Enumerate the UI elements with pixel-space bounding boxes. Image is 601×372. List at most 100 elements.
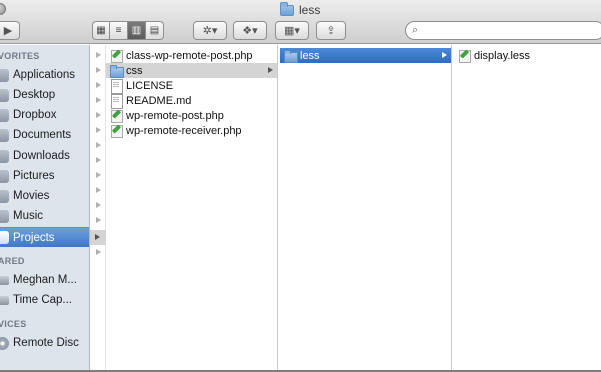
file-name: LICENSE [126,79,174,92]
downloads-icon [0,149,9,163]
disclosure-arrow-icon [96,52,101,58]
sidebar-item-downloads[interactable]: Downloads [0,146,89,166]
folder-icon [280,1,294,16]
sidebar-heading-shared: ARED [0,256,25,266]
file-name: display.less [474,49,531,62]
dropbox-menu-button[interactable]: ❖▾ [233,21,267,40]
php-file-icon [110,49,123,63]
sidebar-item-documents[interactable]: Documents [0,125,89,145]
disclosure-arrow-icon [96,157,101,163]
sidebar-item-projects[interactable]: Projects [0,227,89,247]
disclosure-arrow-icon [96,217,101,223]
icon-view-icon: ▦ [96,25,106,36]
less-file-icon [458,49,471,63]
disc-icon [0,336,9,350]
coverflow-view-icon: ▤ [149,25,160,36]
file-name: wp-remote-post.php [126,109,224,122]
file-row[interactable]: README.md [106,93,277,109]
document-icon [110,94,123,109]
sidebar-item-dropbox[interactable]: Dropbox [0,105,89,125]
sidebar-heading-devices: VICES [0,319,27,329]
disclosure-arrow-icon [96,82,101,88]
disclosure-arrow-icon [268,67,273,73]
toolbar: less ▶ ▦ ≡ ▥ ▤ ✲▾ ❖▾ ▦▾ ⇪ ⌕ [0,0,601,44]
sidebar-item-label: Music [13,210,44,222]
search-input[interactable] [422,23,601,38]
php-file-icon [110,109,123,123]
folder-icon [284,49,298,63]
column-css[interactable]: less [278,45,452,372]
arrange-menu-button[interactable]: ▦▾ [275,21,309,40]
disclosure-arrow-icon [96,249,101,255]
file-name: wp-remote-receiver.php [126,124,242,137]
share-button[interactable]: ⇪ [316,21,346,40]
dropbox-icon [0,108,9,122]
sidebar-item-desktop[interactable]: Desktop [0,85,89,105]
file-row[interactable]: display.less [454,48,601,63]
sidebar-item-label: Applications [13,69,76,81]
disclosure-arrow-icon [96,187,101,193]
sidebar-item-label: Pictures [13,170,55,182]
sidebar-item-applications[interactable]: Applications [0,65,89,85]
document-icon [110,79,123,94]
documents-icon [0,128,9,142]
movies-icon [0,189,9,203]
sidebar-item-label: Dropbox [13,109,57,121]
music-icon [0,209,9,223]
file-name: css [126,64,143,77]
pictures-icon [0,169,9,183]
sidebar-heading-favorites: VORITES [0,51,40,61]
sidebar-item-label: Documents [13,129,72,141]
gear-icon: ✲▾ [202,25,218,37]
file-row[interactable]: wp-remote-receiver.php [106,123,277,138]
folder-row[interactable]: css [106,63,277,78]
window-title-text: less [299,3,321,17]
sidebar: VORITES Applications Desktop Dropbox Doc… [0,45,90,372]
disclosure-arrow-icon [96,97,101,103]
sidebar-item-meghan[interactable]: Meghan M... [0,270,89,290]
sidebar-item-movies[interactable]: Movies [0,186,89,206]
list-view-icon: ≡ [115,25,122,36]
search-icon: ⌕ [412,24,419,36]
column-view-button[interactable]: ▥ [128,21,146,40]
sidebar-item-label: Desktop [13,89,56,101]
sidebar-item-pictures[interactable]: Pictures [0,166,89,186]
sidebar-item-time-capsule[interactable]: Time Cap... [0,290,89,310]
file-row[interactable]: LICENSE [106,78,277,94]
disclosure-arrow-icon [96,202,101,208]
forward-icon: ▶ [3,25,13,37]
sidebar-item-music[interactable]: Music [0,206,89,226]
file-name: less [300,49,320,62]
sidebar-item-label: Time Cap... [13,294,73,306]
arrange-icon: ▦▾ [284,25,300,37]
column-view-icon: ▥ [131,25,142,36]
search-field[interactable]: ⌕ [405,21,601,40]
column-less[interactable]: display.less [452,45,601,372]
file-row[interactable]: wp-remote-post.php [106,108,277,123]
column-gutter [90,45,106,372]
sidebar-item-label: Movies [13,190,50,202]
sidebar-item-remote-disc[interactable]: Remote Disc [0,333,89,353]
action-menu-button[interactable]: ✲▾ [193,21,227,40]
desktop-icon [0,88,9,102]
forward-button[interactable]: ▶ [0,21,20,40]
folder-icon [0,231,9,244]
dropbox-icon: ❖▾ [242,25,258,37]
sidebar-item-label: Downloads [13,150,70,162]
disclosure-arrow-icon [96,112,101,118]
file-name: README.md [126,94,192,107]
column-projects[interactable]: class-wp-remote-post.php css LICENSE REA… [90,45,278,372]
sidebar-item-label: Remote Disc [13,337,79,349]
folder-row[interactable]: less [280,48,451,63]
file-row[interactable]: class-wp-remote-post.php [106,48,277,63]
disclosure-arrow-icon [96,142,101,148]
time-capsule-icon [0,295,9,305]
icon-view-button[interactable]: ▦ [92,21,110,40]
sidebar-item-label: Projects [13,231,55,244]
computer-icon [0,275,9,285]
list-view-button[interactable]: ≡ [110,21,128,40]
window-title: less [280,1,321,17]
window-zoom-button[interactable] [0,3,6,15]
coverflow-view-button[interactable]: ▤ [146,21,164,40]
applications-icon [0,68,9,82]
